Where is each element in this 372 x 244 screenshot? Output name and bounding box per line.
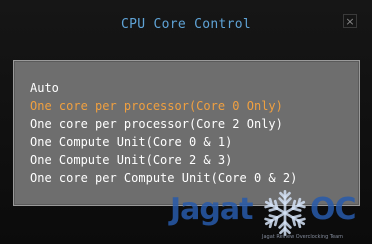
option-compute-unit-2-3[interactable]: One Compute Unit(Core 2 & 3) xyxy=(30,151,297,169)
options-panel: Auto One core per processor(Core 0 Only)… xyxy=(13,60,360,206)
close-button[interactable]: × xyxy=(343,14,357,28)
dialog-title: CPU Core Control xyxy=(120,17,252,32)
option-core2-only[interactable]: One core per processor(Core 2 Only) xyxy=(30,115,297,133)
option-core0-only[interactable]: One core per processor(Core 0 Only) xyxy=(30,97,297,115)
option-list: Auto One core per processor(Core 0 Only)… xyxy=(30,79,297,187)
option-core-per-cu-0-2[interactable]: One core per Compute Unit(Core 0 & 2) xyxy=(30,169,297,187)
watermark-tagline: Jagat Review Overclocking Team xyxy=(262,234,344,240)
option-compute-unit-0-1[interactable]: One Compute Unit(Core 0 & 1) xyxy=(30,133,297,151)
option-auto[interactable]: Auto xyxy=(30,79,297,97)
